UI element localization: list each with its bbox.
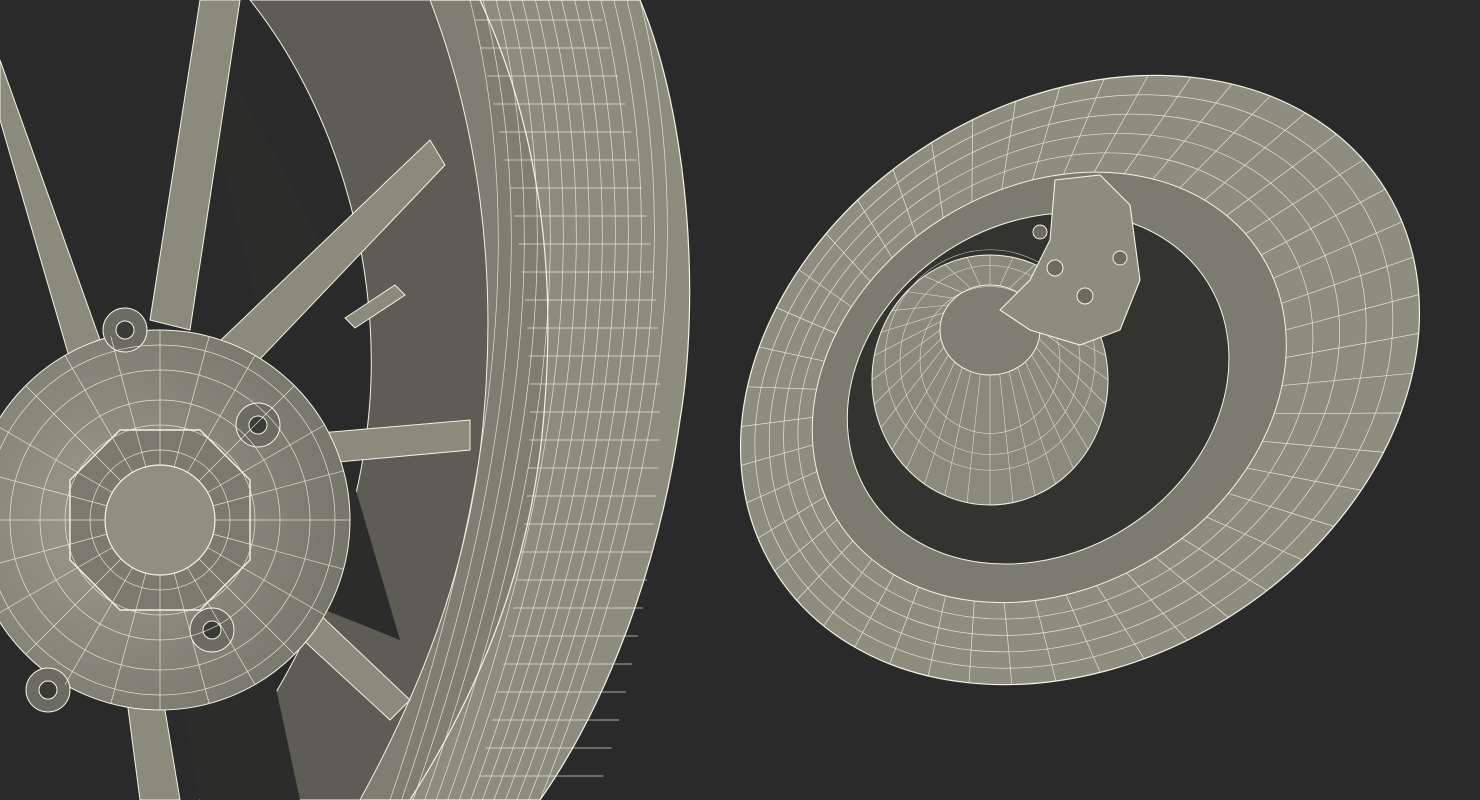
wheel-rim-closeup-render xyxy=(0,0,691,800)
wheel-rim-closeup-view xyxy=(0,0,700,800)
wheel-tire-brake-render xyxy=(739,74,1421,686)
wheel-tire-brake-view xyxy=(700,0,1480,800)
render-canvas xyxy=(0,0,1480,800)
center-cap xyxy=(104,464,216,576)
